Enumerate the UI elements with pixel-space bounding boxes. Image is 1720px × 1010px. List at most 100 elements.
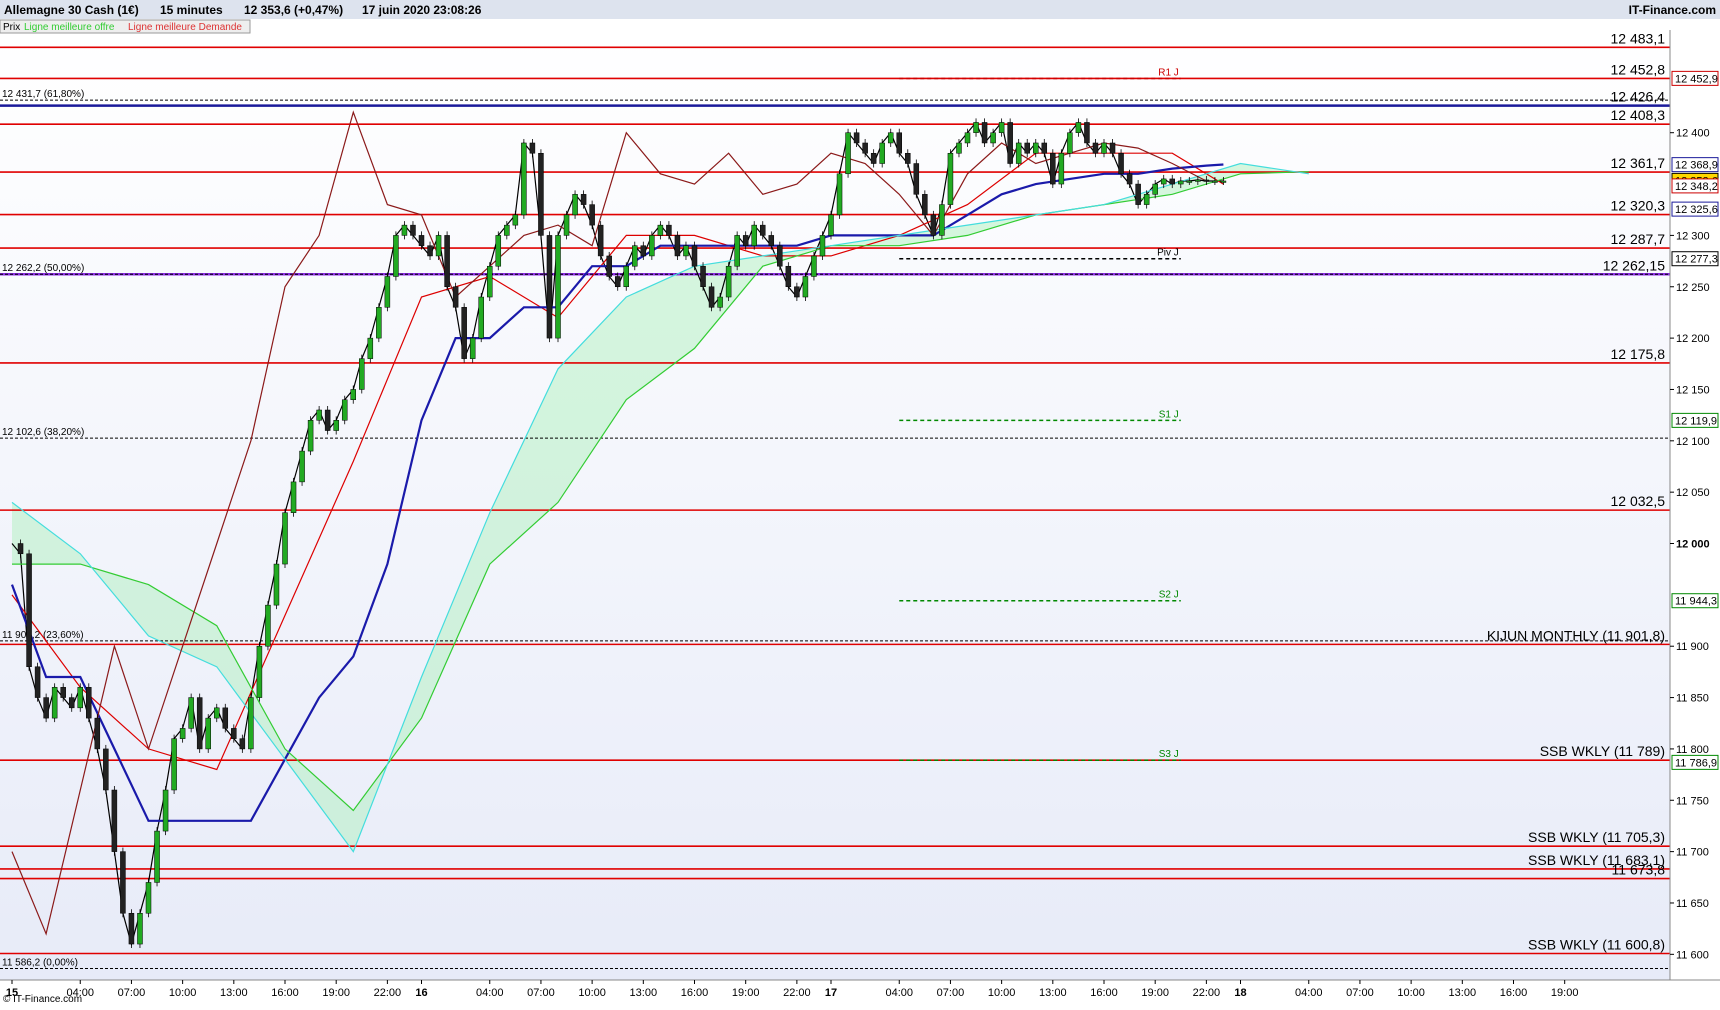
y-tick-label: 12 050 bbox=[1676, 487, 1710, 499]
candle-body bbox=[1050, 152, 1056, 185]
candle-body bbox=[1092, 142, 1099, 154]
footer-brand: © IT-Finance.com bbox=[3, 994, 82, 1005]
candle-body bbox=[998, 122, 1005, 133]
price-tag-label: 11 786,9 bbox=[1675, 757, 1717, 769]
level-label: 12 408,3 bbox=[1611, 107, 1666, 123]
x-tick-label: 10:00 bbox=[578, 987, 606, 999]
candle-body bbox=[273, 563, 280, 606]
x-tick-label: 04:00 bbox=[885, 987, 913, 999]
candle-body bbox=[51, 687, 58, 719]
candle-body bbox=[1007, 122, 1013, 164]
candle-body bbox=[691, 245, 698, 267]
x-tick-label: 19:00 bbox=[1551, 987, 1579, 999]
candle-body bbox=[947, 152, 954, 205]
candle-body bbox=[60, 687, 66, 698]
candle-body bbox=[546, 235, 553, 339]
level-label: 12 320,3 bbox=[1611, 198, 1666, 214]
candle-body bbox=[905, 152, 911, 164]
level-label: 12 426,4 bbox=[1611, 89, 1666, 105]
candle-body bbox=[555, 235, 561, 339]
level-label: SSB WKLY (11 705,3) bbox=[1528, 829, 1665, 845]
candle-body bbox=[222, 707, 229, 729]
candle-body bbox=[785, 265, 792, 288]
y-tick-label: 11 700 bbox=[1676, 847, 1709, 859]
candle-body bbox=[299, 450, 305, 483]
candle-body bbox=[179, 728, 186, 739]
candle-body bbox=[290, 481, 297, 513]
x-tick-label: 17 bbox=[825, 987, 837, 999]
candle-body bbox=[393, 235, 399, 277]
candle-body bbox=[154, 830, 160, 883]
candle-body bbox=[282, 512, 288, 565]
candle-body bbox=[418, 235, 425, 246]
candle-body bbox=[86, 687, 92, 719]
candle-body bbox=[939, 204, 945, 236]
x-tick-label: 18 bbox=[1234, 987, 1246, 999]
candle-body bbox=[614, 276, 621, 288]
pivot-label: Piv J bbox=[1157, 248, 1179, 259]
candle-body bbox=[316, 409, 322, 421]
y-tick-label: 11 650 bbox=[1676, 898, 1709, 910]
legend-prix: Prix bbox=[3, 22, 20, 33]
timeframe-label: 15 minutes bbox=[160, 3, 223, 17]
fibonacci-label: 12 431,7 (61,80%) bbox=[2, 89, 84, 100]
fibonacci-label: 12 102,6 (38,20%) bbox=[2, 427, 84, 438]
candle-body bbox=[1075, 122, 1082, 133]
brand-label: IT-Finance.com bbox=[1629, 3, 1716, 17]
candle-body bbox=[68, 697, 75, 709]
x-tick-label: 19:00 bbox=[1141, 987, 1169, 999]
x-tick-label: 07:00 bbox=[1346, 987, 1374, 999]
candle-body bbox=[1109, 142, 1116, 154]
candle-body bbox=[239, 738, 246, 750]
candle-body bbox=[623, 265, 629, 288]
candle-body bbox=[990, 132, 996, 144]
level-label: SSB WKLY (11 600,8) bbox=[1528, 937, 1665, 953]
candle-body bbox=[811, 255, 817, 277]
candle-body bbox=[1033, 142, 1039, 154]
x-tick-label: 07:00 bbox=[527, 987, 555, 999]
candle-body bbox=[214, 707, 220, 719]
candle-body bbox=[1178, 180, 1184, 185]
candle-body bbox=[401, 224, 408, 236]
candle-body bbox=[657, 224, 664, 236]
x-tick-label: 16:00 bbox=[271, 987, 299, 999]
x-tick-label: 07:00 bbox=[937, 987, 965, 999]
y-tick-label: 12 400 bbox=[1676, 128, 1710, 140]
fibonacci-label: 11 905,2 (23,60%) bbox=[2, 630, 84, 641]
level-label: 12 483,1 bbox=[1611, 30, 1666, 46]
candle-body bbox=[145, 882, 152, 914]
candle-body bbox=[717, 296, 723, 308]
level-label: 11 673,8 bbox=[1612, 862, 1666, 878]
candle-body bbox=[120, 851, 126, 914]
candle-body bbox=[802, 276, 809, 298]
candle-body bbox=[973, 122, 979, 133]
candle-body bbox=[870, 152, 877, 164]
level-label: SSB WKLY (11 789) bbox=[1540, 743, 1665, 759]
x-tick-label: 19:00 bbox=[732, 987, 760, 999]
candle-body bbox=[265, 604, 271, 647]
candle-body bbox=[478, 296, 484, 339]
candle-body bbox=[111, 789, 118, 852]
candle-body bbox=[819, 235, 826, 257]
candle-body bbox=[487, 265, 493, 298]
candle-body bbox=[26, 553, 32, 668]
price-chart[interactable]: Allemagne 30 Cash (1€) 15 minutes 12 353… bbox=[0, 0, 1720, 1010]
x-tick-label: 10:00 bbox=[988, 987, 1016, 999]
x-tick-label: 16:00 bbox=[681, 987, 709, 999]
x-tick-label: 22:00 bbox=[783, 987, 811, 999]
candle-body bbox=[887, 132, 894, 144]
candle-body bbox=[188, 697, 194, 729]
candle-body bbox=[461, 307, 467, 359]
candle-body bbox=[922, 194, 928, 216]
price-tag-label: 12 452,9 bbox=[1675, 73, 1718, 85]
level-label: 12 032,5 bbox=[1611, 493, 1666, 509]
price-change: 12 353,6 (+0,47%) bbox=[244, 3, 343, 17]
candle-body bbox=[1084, 122, 1090, 144]
candle-body bbox=[77, 687, 83, 709]
pivot-label: R1 J bbox=[1158, 67, 1179, 78]
candle-body bbox=[196, 697, 203, 750]
candle-body bbox=[469, 337, 476, 359]
candle-body bbox=[649, 235, 655, 257]
candle-body bbox=[128, 912, 135, 945]
candle-body bbox=[17, 543, 24, 555]
